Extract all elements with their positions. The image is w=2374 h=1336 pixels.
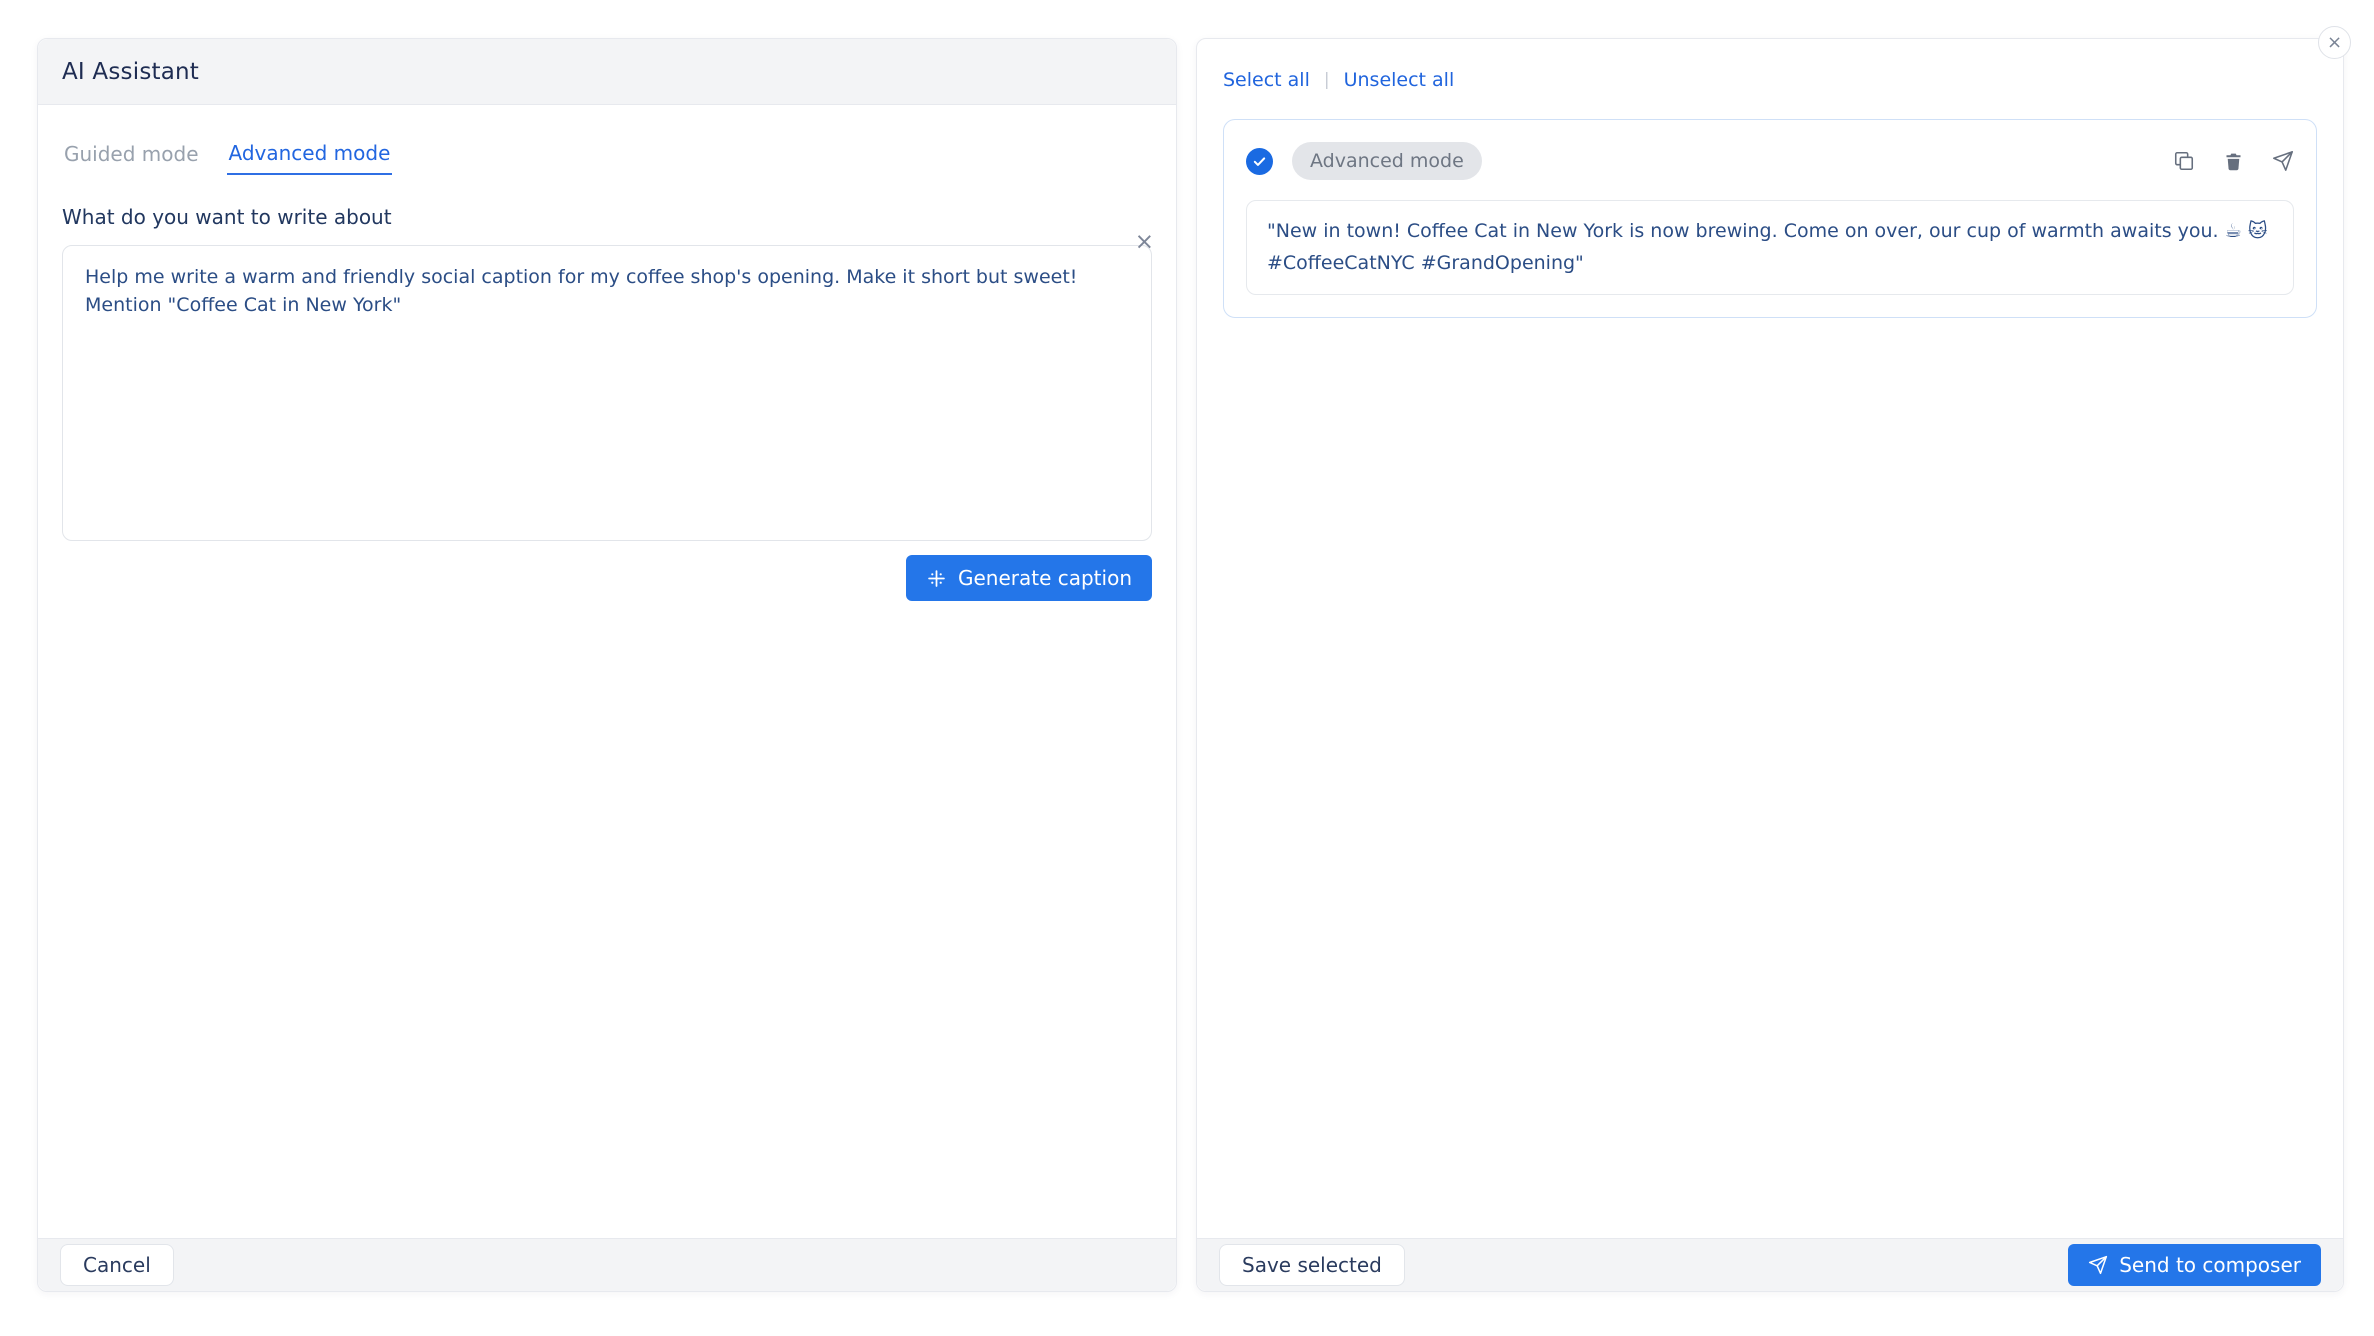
close-icon: ×: [2327, 34, 2342, 52]
close-button[interactable]: ×: [2318, 26, 2351, 59]
save-selected-button[interactable]: Save selected: [1219, 1244, 1405, 1286]
prompt-label: What do you want to write about: [62, 205, 1152, 229]
tab-advanced-mode[interactable]: Advanced mode: [227, 141, 393, 175]
delete-button[interactable]: [2223, 151, 2244, 172]
select-all-link[interactable]: Select all: [1223, 69, 1310, 91]
prompt-input-wrapper: × Help me write a warm and friendly soci…: [62, 245, 1152, 541]
prompt-input[interactable]: Help me write a warm and friendly social…: [62, 245, 1152, 541]
unselect-all-link[interactable]: Unselect all: [1344, 69, 1455, 91]
trash-icon: [2223, 151, 2244, 172]
mode-badge: Advanced mode: [1292, 142, 1482, 180]
generated-results-panel: × Select all | Unselect all Advanced mod…: [1196, 38, 2344, 1292]
paper-plane-icon: [2088, 1255, 2108, 1275]
copy-icon: [2173, 150, 2195, 172]
cancel-button[interactable]: Cancel: [60, 1244, 174, 1286]
sparkle-icon: [926, 568, 947, 589]
clear-prompt-button[interactable]: ×: [1135, 231, 1154, 254]
panel-header: AI Assistant: [38, 39, 1176, 105]
left-panel-footer: Cancel: [38, 1238, 1176, 1291]
send-to-composer-button[interactable]: Send to composer: [2068, 1244, 2321, 1286]
result-card-header: Advanced mode: [1246, 142, 2294, 180]
paper-plane-icon: [2272, 150, 2294, 172]
copy-button[interactable]: [2173, 150, 2195, 172]
send-to-composer-label: Send to composer: [2119, 1253, 2301, 1277]
right-panel-footer: Save selected Send to composer: [1197, 1238, 2343, 1291]
ai-assistant-panel: AI Assistant Guided mode Advanced mode W…: [37, 38, 1177, 1292]
cancel-button-label: Cancel: [83, 1253, 151, 1277]
caption-text: "New in town! Coffee Cat in New York is …: [1246, 200, 2294, 295]
links-divider: |: [1324, 70, 1330, 90]
page-title: AI Assistant: [62, 59, 199, 85]
mode-tabs: Guided mode Advanced mode: [62, 141, 1152, 175]
send-caption-button[interactable]: [2272, 150, 2294, 172]
generate-caption-label: Generate caption: [958, 566, 1132, 590]
results-section: Select all | Unselect all Advanced mode: [1197, 39, 2343, 318]
prompt-section: Guided mode Advanced mode What do you wa…: [38, 141, 1176, 601]
caption-result-card: Advanced mode: [1223, 119, 2317, 318]
check-icon: [1252, 154, 1267, 169]
tab-guided-mode[interactable]: Guided mode: [62, 141, 201, 175]
close-icon: ×: [1135, 229, 1154, 255]
generate-caption-button[interactable]: Generate caption: [906, 555, 1152, 601]
generate-row: Generate caption: [62, 555, 1152, 601]
save-selected-label: Save selected: [1242, 1253, 1382, 1277]
ai-assistant-overlay: AI Assistant Guided mode Advanced mode W…: [0, 0, 2374, 1336]
result-card-actions: [2173, 150, 2294, 172]
selection-links: Select all | Unselect all: [1223, 69, 2317, 91]
selected-checkbox[interactable]: [1246, 148, 1273, 175]
